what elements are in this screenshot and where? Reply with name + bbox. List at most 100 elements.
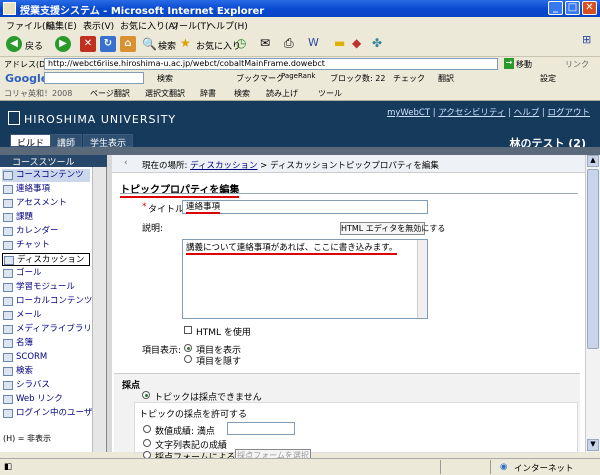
tab-build[interactable]: ビルド [10, 134, 52, 149]
sidebar-item-local-content[interactable]: ローカルコンテンツ [2, 295, 92, 308]
bookmark-button[interactable]: ブックマーク [236, 73, 284, 84]
description-label: 説明: [142, 224, 164, 234]
translate-button[interactable]: 翻訳 [438, 73, 454, 84]
chat-icon [3, 241, 13, 250]
favorites-icon[interactable]: ★ [180, 36, 191, 50]
title-input[interactable]: 連絡事項 [182, 200, 428, 214]
breadcrumb-prefix: 現在の場所: [142, 161, 188, 171]
favorites-label[interactable]: お気に入り [196, 39, 241, 52]
word-icon[interactable]: W [308, 36, 319, 49]
select-translate-button[interactable]: 選択文翻訳 [145, 88, 185, 99]
google-search-button[interactable]: 検索 [157, 73, 173, 84]
syllabus-icon [3, 381, 13, 390]
folder-icon[interactable]: ▬ [334, 36, 345, 50]
sidebar-item-content[interactable]: コースコンテンツ [2, 169, 90, 182]
sidebar-item-assessments[interactable]: アセスメント [2, 197, 90, 210]
refresh-icon[interactable]: ↻ [100, 36, 116, 52]
link-mywebct[interactable]: myWebCT [387, 108, 430, 118]
sidebar-title: コーススツール [0, 155, 107, 168]
go-icon[interactable]: → [504, 58, 514, 69]
breadcrumb-back-icon[interactable]: ‹ [124, 158, 128, 168]
main-content: ‹ 現在の場所: ディスカッション > ディスカッショントピックプロパティを編集… [112, 155, 585, 463]
required-mark: * [142, 202, 147, 212]
textarea-scrollbar[interactable] [417, 240, 427, 318]
university-name: HIROSHIMA UNIVERSITY [24, 113, 177, 126]
assessment-icon [3, 199, 13, 208]
page-translate-button[interactable]: ページ翻訳 [90, 88, 130, 99]
sidebar-item-search[interactable]: 検索 [2, 365, 90, 378]
sidebar-item-goals[interactable]: ゴール [2, 267, 90, 280]
scroll-up-icon[interactable]: ▲ [587, 155, 599, 167]
sidebar-item-mail[interactable]: メール [2, 309, 90, 322]
display-show-radio[interactable] [184, 344, 192, 352]
ie-icon [3, 2, 16, 15]
use-html-checkbox[interactable] [184, 326, 192, 334]
links-label[interactable]: リンク [565, 59, 589, 70]
search-icon[interactable]: 🔍 [142, 37, 157, 51]
numeric-grade-radio[interactable] [143, 425, 151, 433]
google-search-input[interactable] [44, 72, 144, 84]
sidebar-item-online-users[interactable]: ログイン中のユーザ [2, 407, 92, 420]
history-icon[interactable]: ◷ [236, 36, 246, 50]
spellcheck-button[interactable]: チェック [393, 73, 425, 84]
mail-icon[interactable]: ✉ [260, 36, 270, 50]
sidebar-scrollbar[interactable] [92, 167, 106, 452]
print-icon[interactable]: ⎙ [284, 36, 294, 51]
search-label[interactable]: 検索 [158, 39, 176, 52]
page-scrollbar[interactable]: ▲ ▼ [585, 155, 600, 452]
max-score-input[interactable] [227, 422, 295, 435]
minimize-button[interactable]: _ [548, 1, 563, 15]
breadcrumb-discussion-link[interactable]: ディスカッション [190, 161, 257, 171]
scroll-down-icon[interactable]: ▼ [587, 439, 599, 451]
description-value: 講義について連絡事項があれば、ここに書き込みます。 [186, 243, 398, 255]
sidebar-item-syllabus[interactable]: シラバス [2, 379, 90, 392]
go-button[interactable]: 移動 [516, 59, 532, 70]
header-strip [0, 147, 600, 155]
tab-student-view[interactable]: 学生表示 [83, 134, 134, 149]
sidebar-item-media-library[interactable]: メディアライブラリ [2, 323, 92, 336]
sidebar-item-scorm[interactable]: SCORM [2, 351, 90, 364]
display-hide-radio[interactable] [184, 355, 192, 363]
calendar-icon [3, 227, 13, 236]
link-logout[interactable]: ログアウト [547, 108, 590, 118]
scroll-thumb[interactable] [587, 169, 599, 349]
search-icon [3, 367, 13, 376]
read-aloud-button[interactable]: 読み上げ [266, 88, 298, 99]
sidebar-item-learning-modules[interactable]: 学習モジュール [2, 281, 90, 294]
dictionary-button[interactable]: 辞書 [200, 88, 216, 99]
close-button[interactable]: ✕ [582, 1, 597, 15]
grading-none-radio[interactable] [142, 391, 150, 399]
sidebar-item-roster[interactable]: 名簿 [2, 337, 90, 350]
link-accessibility[interactable]: アクセシビリティ [438, 108, 505, 118]
window-title-bar: 授業支援システム - Microsoft Internet Explorer _… [0, 0, 600, 17]
sidebar-item-web-links[interactable]: Web リンク [2, 393, 90, 406]
sidebar-item-calendar[interactable]: カレンダー [2, 225, 90, 238]
sidebar-item-discussion[interactable]: ディスカッション [2, 253, 90, 266]
stop-icon[interactable]: ✕ [80, 36, 96, 52]
display-label: 項目表示: [142, 346, 182, 356]
description-textarea[interactable]: 講義について連絡事項があれば、ここに書き込みます。 [182, 239, 428, 319]
sidebar-footer: (H) = 非表示 [3, 434, 52, 443]
back-icon[interactable]: ◀ [6, 36, 22, 52]
sidebar-item-chat[interactable]: チャット [2, 239, 90, 252]
tab-instructor[interactable]: 講師 [50, 134, 83, 149]
sidebar-item-assignments[interactable]: 課題 [2, 211, 90, 224]
back-label[interactable]: 戻る [25, 39, 43, 52]
address-label: アドレス(D) [4, 60, 49, 69]
link-help[interactable]: ヘルプ [514, 108, 540, 118]
text-grade-radio[interactable] [143, 439, 151, 447]
sidebar-item-announcements[interactable]: 連絡事項 [2, 183, 90, 196]
address-input[interactable]: http://webct6riise.hiroshima-u.ac.jp/web… [44, 58, 498, 70]
research-icon[interactable]: ◆ [352, 36, 361, 50]
tools-button[interactable]: ツール [318, 88, 342, 99]
popup-blocked[interactable]: ブロック数: 22 [330, 73, 385, 84]
google-settings-button[interactable]: 設定 [540, 73, 556, 84]
forward-icon[interactable]: ▶ [55, 36, 71, 52]
window-title: 授業支援システム - Microsoft Internet Explorer [20, 6, 265, 17]
messenger-icon[interactable]: ✤ [372, 36, 382, 50]
home-icon[interactable]: ⌂ [120, 36, 136, 52]
display-hide-label: 項目を隠す [196, 357, 242, 367]
maximize-button[interactable]: □ [565, 1, 580, 15]
dict-search-button[interactable]: 検索 [234, 88, 250, 99]
html-editor-toggle-button[interactable]: HTML エディタを無効にする [340, 222, 445, 235]
